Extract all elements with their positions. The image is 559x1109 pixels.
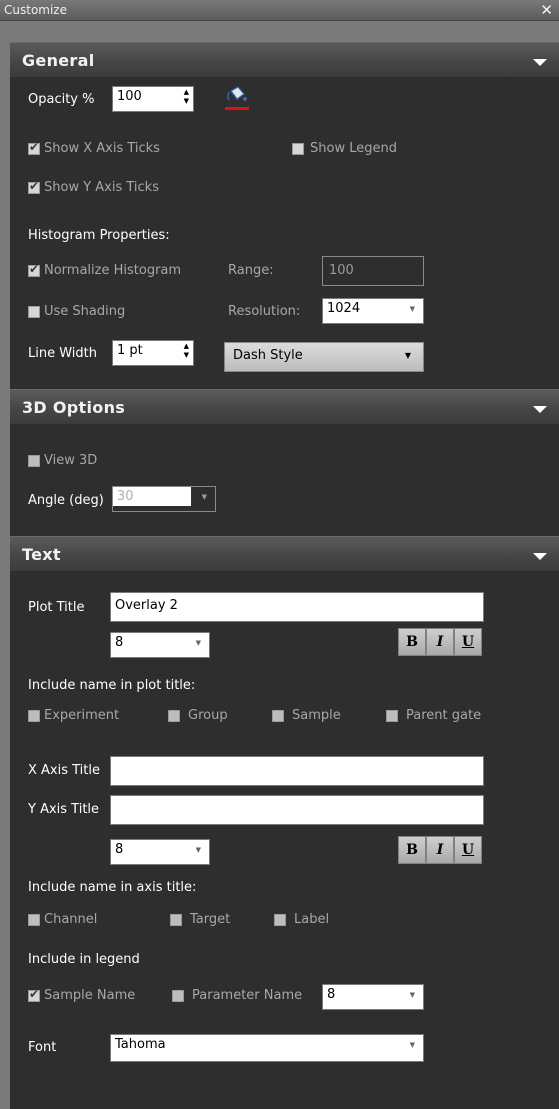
show-legend-label: Show Legend [310, 141, 397, 156]
show-y-axis-ticks-checkbox[interactable] [28, 179, 40, 194]
chevron-down-icon[interactable] [533, 553, 547, 560]
customize-panel [10, 42, 559, 1109]
axis-title-bold-button[interactable]: B [398, 836, 426, 864]
normalize-histogram-label: Normalize Histogram [44, 263, 182, 278]
plot-title-value: Overlay 2 [115, 598, 178, 613]
x-axis-title-input[interactable] [110, 756, 484, 786]
angle-select[interactable]: 30 [112, 486, 216, 512]
resolution-label: Resolution: [228, 304, 301, 319]
window-title: Customize [4, 3, 67, 17]
target-checkbox[interactable] [170, 914, 182, 926]
opacity-stepper[interactable]: 100 [112, 86, 194, 112]
axis-title-size-select[interactable]: 8 [110, 839, 210, 865]
legend-size-value: 8 [327, 987, 336, 1002]
view-3d-checkbox[interactable] [28, 455, 40, 467]
target-label: Target [190, 912, 231, 927]
line-width-value: 1 pt [117, 343, 143, 358]
sample-name-label: Sample Name [44, 988, 136, 1003]
opacity-label: Opacity % [28, 92, 95, 107]
close-icon[interactable]: ✕ [540, 1, 553, 19]
font-label: Font [28, 1040, 57, 1055]
include-name-axis-title-label: Include name in axis title: [28, 880, 197, 895]
axis-title-italic-button[interactable]: I [426, 836, 454, 864]
sample-label: Sample [292, 708, 341, 723]
sample-name-checkbox[interactable] [28, 987, 40, 1002]
x-axis-title-label: X Axis Title [28, 763, 101, 778]
group-checkbox[interactable] [168, 710, 180, 722]
plot-title-italic-button[interactable]: I [426, 628, 454, 656]
show-legend-checkbox[interactable] [292, 143, 304, 155]
plot-title-size-select[interactable]: 8 [110, 632, 210, 658]
section-text-header[interactable]: Text [10, 536, 559, 571]
section-3d-options-label: 3D Options [22, 398, 126, 417]
opacity-value: 100 [117, 89, 142, 104]
font-value: Tahoma [115, 1037, 166, 1052]
normalize-histogram-checkbox[interactable] [28, 262, 40, 277]
range-input[interactable]: 100 [322, 256, 424, 286]
parameter-name-checkbox[interactable] [172, 990, 184, 1002]
fill-color-indicator [225, 107, 249, 110]
plot-title-underline-button[interactable]: U [454, 628, 482, 656]
plot-title-input[interactable]: Overlay 2 [110, 592, 484, 622]
y-axis-title-label: Y Axis Title [28, 802, 100, 817]
y-axis-title-input[interactable] [110, 795, 484, 825]
section-general-label: General [22, 51, 95, 70]
line-width-stepper[interactable]: 1 pt [112, 340, 194, 366]
section-text-label: Text [22, 545, 61, 564]
channel-checkbox[interactable] [28, 914, 40, 926]
use-shading-label: Use Shading [44, 304, 126, 319]
angle-label: Angle (deg) [28, 493, 104, 508]
resolution-select[interactable]: 1024 [322, 298, 424, 324]
window-titlebar: Customize ✕ [0, 0, 559, 21]
experiment-checkbox[interactable] [28, 710, 40, 722]
view-3d-label: View 3D [44, 453, 98, 468]
section-general-header[interactable]: General [10, 42, 559, 77]
resolution-value: 1024 [327, 301, 361, 316]
axis-title-size-value: 8 [115, 842, 124, 857]
parameter-name-label: Parameter Name [192, 988, 303, 1003]
label-label: Label [294, 912, 330, 927]
show-y-axis-ticks-label: Show Y Axis Ticks [44, 180, 159, 195]
chevron-down-icon[interactable] [533, 59, 547, 66]
section-3d-options-header[interactable]: 3D Options [10, 389, 559, 424]
channel-label: Channel [44, 912, 98, 927]
angle-value: 30 [113, 487, 191, 506]
show-x-axis-ticks-checkbox[interactable] [28, 140, 40, 155]
range-value: 100 [329, 263, 354, 278]
paint-bucket-icon[interactable] [225, 86, 249, 110]
include-name-plot-title-label: Include name in plot title: [28, 678, 196, 693]
dash-style-dropdown[interactable]: Dash Style [224, 342, 424, 372]
font-select[interactable]: Tahoma [110, 1034, 424, 1062]
chevron-down-icon[interactable] [533, 406, 547, 413]
legend-size-select[interactable]: 8 [322, 984, 424, 1010]
parent-gate-label: Parent gate [406, 708, 482, 723]
label-checkbox[interactable] [274, 914, 286, 926]
plot-title-label: Plot Title [28, 600, 85, 615]
range-label: Range: [228, 263, 274, 278]
use-shading-checkbox[interactable] [28, 306, 40, 318]
line-width-label: Line Width [28, 346, 97, 361]
histogram-properties-label: Histogram Properties: [28, 228, 170, 243]
sample-checkbox[interactable] [272, 710, 284, 722]
experiment-label: Experiment [44, 708, 120, 723]
parent-gate-checkbox[interactable] [386, 710, 398, 722]
plot-title-bold-button[interactable]: B [398, 628, 426, 656]
show-x-axis-ticks-label: Show X Axis Ticks [44, 141, 160, 156]
include-in-legend-label: Include in legend [28, 952, 140, 967]
axis-title-underline-button[interactable]: U [454, 836, 482, 864]
plot-title-size-value: 8 [115, 635, 124, 650]
group-label: Group [188, 708, 228, 723]
dash-style-label: Dash Style [233, 348, 303, 363]
